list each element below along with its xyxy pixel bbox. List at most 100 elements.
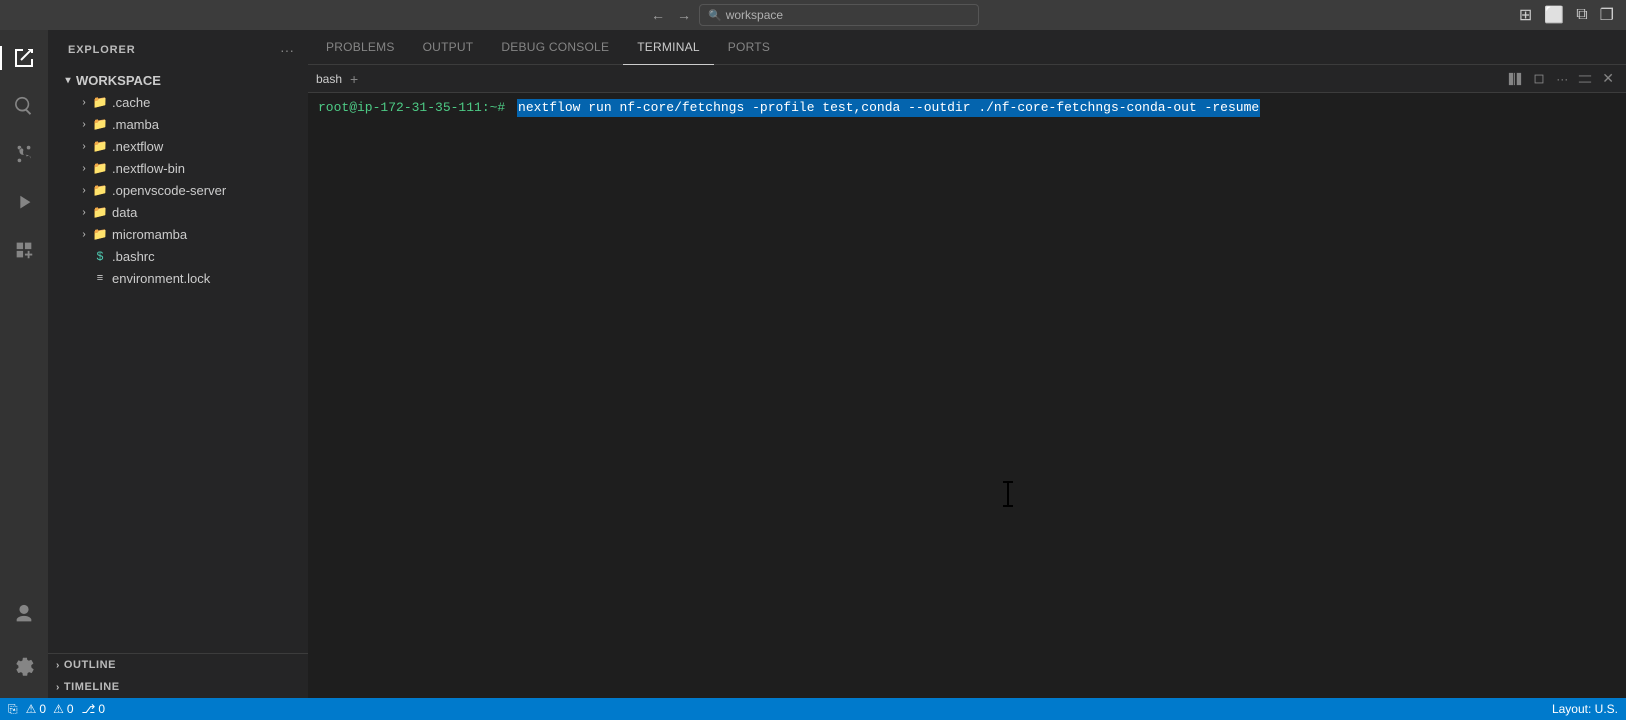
main-layout: EXPLORER ··· ▾ WORKSPACE › 📁 .cache › 📁 … — [0, 30, 1626, 698]
title-bar: ← → 🔍 workspace ⊞ ⬜ ⧉ ❐ — [0, 0, 1626, 30]
status-bar: ⎘ ⚠ 0 ⚠ 0 ⎇ 0 Layout: U.S. — [0, 698, 1626, 720]
more-terminal-actions[interactable]: ··· — [1552, 70, 1572, 88]
sidebar-more-actions[interactable]: ··· — [278, 40, 296, 60]
tab-problems[interactable]: PROBLEMS — [312, 30, 409, 65]
layout-icon-3[interactable]: ⧉ — [1572, 3, 1591, 27]
titlebar-right: ⊞ ⬜ ⧉ ❐ — [1515, 3, 1618, 27]
data-chevron: › — [76, 204, 92, 220]
terminal-line-1: root@ip-172-31-35-111:~# nextflow run nf… — [318, 99, 1616, 117]
search-text: workspace — [726, 8, 783, 22]
debug-activity-icon[interactable] — [0, 178, 48, 226]
terminal-toolbar: bash + ··· ✕ — [308, 65, 1626, 93]
bashrc-chevron — [76, 248, 92, 264]
account-activity-icon[interactable] — [0, 590, 48, 638]
tab-terminal[interactable]: TERMINAL — [623, 30, 714, 65]
tab-output[interactable]: OUTPUT — [409, 30, 488, 65]
terminal-toolbar-right: ··· ✕ — [1504, 68, 1618, 89]
openvscode-folder-icon: 📁 — [92, 182, 108, 198]
sidebar-bottom-panels: › OUTLINE › TIMELINE — [48, 653, 308, 698]
panel-tabs: PROBLEMS OUTPUT DEBUG CONSOLE TERMINAL P… — [308, 30, 1626, 65]
tree-item-cache[interactable]: › 📁 .cache — [48, 91, 308, 113]
tree-item-nextflow[interactable]: › 📁 .nextflow — [48, 135, 308, 157]
tree-item-bashrc[interactable]: $ .bashrc — [48, 245, 308, 267]
activity-bar — [0, 30, 48, 698]
bashrc-file-icon: $ — [92, 248, 108, 264]
layout-icon-4[interactable]: ❐ — [1596, 3, 1618, 27]
micromamba-folder-icon: 📁 — [92, 226, 108, 242]
back-button[interactable]: ← — [647, 5, 669, 25]
extensions-activity-icon[interactable] — [0, 226, 48, 274]
data-folder-icon: 📁 — [92, 204, 108, 220]
bashrc-label: .bashrc — [112, 249, 155, 264]
sidebar-title: EXPLORER — [68, 44, 136, 56]
split-terminal-button[interactable] — [1504, 70, 1526, 88]
forward-button[interactable]: → — [673, 5, 695, 25]
openvscode-label: .openvscode-server — [112, 183, 226, 198]
data-label: data — [112, 205, 137, 220]
workspace-chevron: ▾ — [60, 72, 76, 88]
content-area: PROBLEMS OUTPUT DEBUG CONSOLE TERMINAL P… — [308, 30, 1626, 698]
resize-terminal-button[interactable] — [1574, 70, 1596, 88]
micromamba-chevron: › — [76, 226, 92, 242]
activity-bar-top — [0, 34, 48, 590]
workspace-label: WORKSPACE — [76, 73, 161, 88]
status-errors[interactable]: ⚠ 0 ⚠ 0 — [26, 702, 74, 716]
cache-chevron: › — [76, 94, 92, 110]
tree-item-env-lock[interactable]: ≡ environment.lock — [48, 267, 308, 289]
warning-count: 0 — [67, 702, 74, 716]
terminal-command-space — [509, 99, 517, 117]
terminal-command-highlighted: nextflow run nf-core/fetchngs -profile t… — [517, 99, 1260, 117]
sidebar: EXPLORER ··· ▾ WORKSPACE › 📁 .cache › 📁 … — [48, 30, 308, 698]
terminal-prompt: root@ip-172-31-35-111:~# — [318, 99, 505, 117]
terminal-panel[interactable]: bash + ··· ✕ — [308, 65, 1626, 698]
env-lock-label: environment.lock — [112, 271, 210, 286]
layout-icon-2[interactable]: ⬜ — [1540, 3, 1568, 27]
explorer-activity-icon[interactable] — [0, 34, 48, 82]
nextflow-chevron: › — [76, 138, 92, 154]
remote-icon: ⎘ — [8, 702, 18, 717]
mamba-label: .mamba — [112, 117, 159, 132]
workspace-root[interactable]: ▾ WORKSPACE — [48, 69, 308, 91]
outline-chevron: › — [56, 660, 60, 671]
tab-ports[interactable]: PORTS — [714, 30, 784, 65]
tree-item-mamba[interactable]: › 📁 .mamba — [48, 113, 308, 135]
layout-icon-1[interactable]: ⊞ — [1515, 3, 1536, 27]
sidebar-actions: ··· — [278, 40, 296, 60]
nextflow-folder-icon: 📁 — [92, 138, 108, 154]
status-layout[interactable]: Layout: U.S. — [1552, 702, 1618, 716]
status-bar-left: ⎘ ⚠ 0 ⚠ 0 ⎇ 0 — [8, 702, 105, 717]
nextflow-label: .nextflow — [112, 139, 163, 154]
search-bar[interactable]: 🔍 workspace — [699, 4, 979, 26]
nextflow-bin-chevron: › — [76, 160, 92, 176]
terminal-content[interactable]: root@ip-172-31-35-111:~# nextflow run nf… — [308, 93, 1626, 698]
search-icon: 🔍 — [708, 9, 722, 22]
timeline-panel-header[interactable]: › TIMELINE — [48, 676, 308, 698]
add-terminal-button[interactable]: + — [346, 69, 362, 89]
status-git[interactable]: ⎇ 0 — [82, 702, 106, 716]
cache-folder-icon: 📁 — [92, 94, 108, 110]
env-lock-chevron — [76, 270, 92, 286]
layout-label: Layout: U.S. — [1552, 702, 1618, 716]
git-count: 0 — [98, 702, 105, 716]
settings-activity-icon[interactable] — [0, 642, 48, 690]
close-terminal-button[interactable]: ✕ — [1598, 68, 1618, 89]
sidebar-header: EXPLORER ··· — [48, 30, 308, 65]
git-icon: ⎇ — [82, 702, 96, 716]
search-activity-icon[interactable] — [0, 82, 48, 130]
maximize-terminal-button[interactable] — [1528, 70, 1550, 88]
file-tree: ▾ WORKSPACE › 📁 .cache › 📁 .mamba › 📁 .n… — [48, 65, 308, 653]
titlebar-nav: ← → 🔍 workspace — [647, 4, 979, 26]
tab-debug-console[interactable]: DEBUG CONSOLE — [487, 30, 623, 65]
mamba-folder-icon: 📁 — [92, 116, 108, 132]
nextflow-bin-folder-icon: 📁 — [92, 160, 108, 176]
tree-item-micromamba[interactable]: › 📁 micromamba — [48, 223, 308, 245]
outline-panel-header[interactable]: › OUTLINE — [48, 654, 308, 676]
activity-bar-bottom — [0, 590, 48, 698]
tree-item-data[interactable]: › 📁 data — [48, 201, 308, 223]
tree-item-nextflow-bin[interactable]: › 📁 .nextflow-bin — [48, 157, 308, 179]
status-branch[interactable]: ⎘ — [8, 702, 18, 717]
tree-item-openvscode[interactable]: › 📁 .openvscode-server — [48, 179, 308, 201]
nextflow-bin-label: .nextflow-bin — [112, 161, 185, 176]
source-control-activity-icon[interactable] — [0, 130, 48, 178]
terminal-toolbar-left: bash + — [316, 69, 362, 89]
